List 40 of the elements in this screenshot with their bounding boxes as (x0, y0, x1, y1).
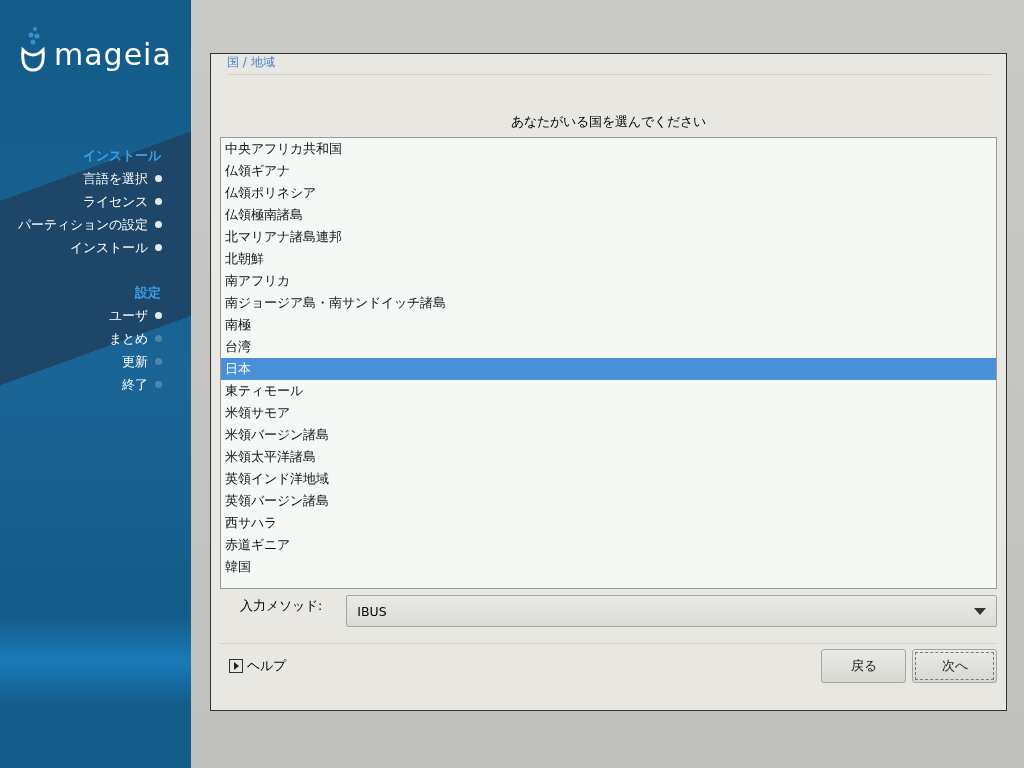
step-label: 言語を選択 (83, 170, 148, 188)
help-toggle[interactable]: ヘルプ (220, 657, 286, 675)
logo-wordmark: mageia (54, 38, 172, 72)
section-title: インストール (83, 147, 161, 165)
country-item[interactable]: 北マリアナ諸島連邦 (221, 226, 996, 248)
country-item[interactable]: 赤道ギニア (221, 534, 996, 556)
country-item[interactable]: 米領バージン諸島 (221, 424, 996, 446)
country-item[interactable]: 仏領ギアナ (221, 160, 996, 182)
step-label: 終了 (122, 376, 148, 394)
step-label: ユーザ (109, 307, 148, 325)
step-label: 更新 (122, 353, 148, 371)
country-item[interactable]: 仏領ポリネシア (221, 182, 996, 204)
country-item[interactable]: 台湾 (221, 336, 996, 358)
country-item[interactable]: 東ティモール (221, 380, 996, 402)
expander-icon (229, 659, 243, 673)
dropdown-arrow-icon (974, 607, 986, 615)
country-item[interactable]: 西サハラ (221, 512, 996, 534)
country-item[interactable]: 韓国 (221, 556, 996, 578)
country-item[interactable]: 英領バージン諸島 (221, 490, 996, 512)
country-item[interactable]: 南ジョージア島・南サンドイッチ諸島 (221, 292, 996, 314)
country-item[interactable]: 英領インド洋地域 (221, 468, 996, 490)
logo-icon (18, 24, 48, 72)
step-label: ライセンス (83, 193, 148, 211)
section-title: 設定 (135, 284, 161, 302)
step-label: インストール (70, 239, 148, 257)
country-item[interactable]: 米領サモア (221, 402, 996, 424)
country-item[interactable]: 南アフリカ (221, 270, 996, 292)
step-label: まとめ (109, 330, 148, 348)
country-item[interactable]: 北朝鮮 (221, 248, 996, 270)
input-method-dropdown[interactable]: IBUS (346, 595, 997, 627)
step-label: パーティションの設定 (18, 216, 148, 234)
input-method-label: 入力メソッド: (240, 597, 323, 615)
country-item[interactable]: 仏領極南諸島 (221, 204, 996, 226)
back-button[interactable]: 戻る (821, 649, 906, 683)
country-item[interactable]: 中央アフリカ共和国 (221, 138, 996, 160)
breadcrumb: 国 / 地域 (226, 54, 276, 70)
next-button[interactable]: 次へ (912, 649, 997, 683)
country-item[interactable]: 南極 (221, 314, 996, 336)
country-item[interactable]: 米領太平洋諸島 (221, 446, 996, 468)
heading: あなたがいる国を選んでください (510, 113, 707, 131)
